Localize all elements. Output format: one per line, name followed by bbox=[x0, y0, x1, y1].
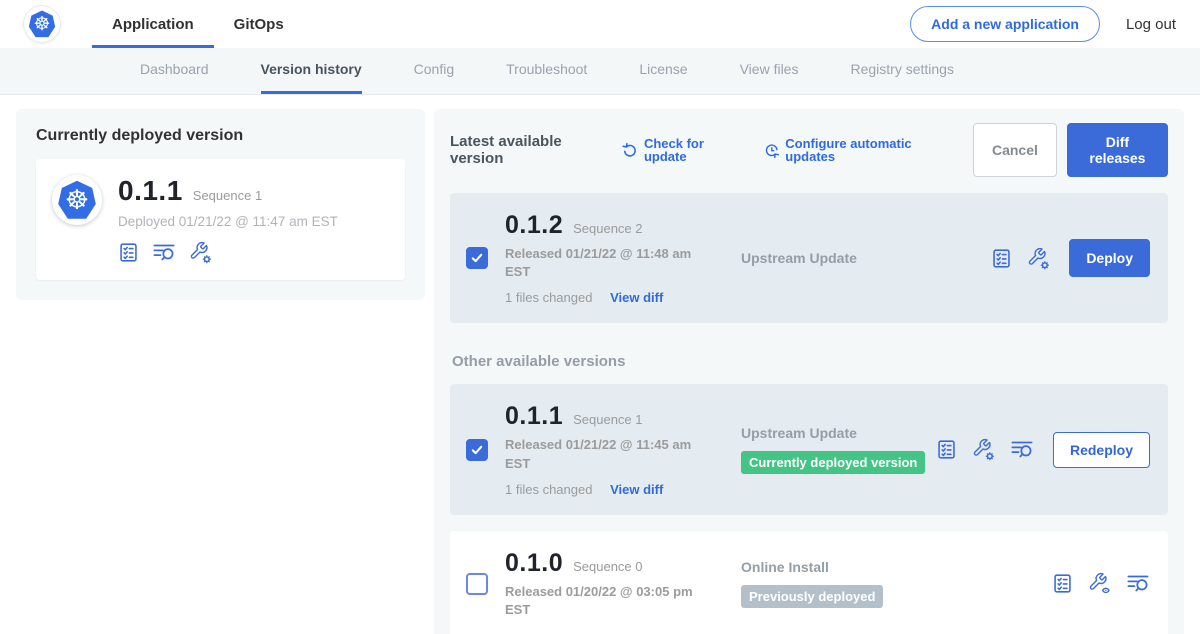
subnav-version-history[interactable]: Version history bbox=[261, 48, 362, 94]
version-row-0-1-1: 0.1.1 Sequence 1 Released 01/21/22 @ 11:… bbox=[450, 384, 1168, 514]
release-notes-icon[interactable] bbox=[118, 242, 139, 263]
redeploy-button[interactable]: Redeploy bbox=[1053, 432, 1150, 468]
released-timestamp: Released 01/21/22 @ 11:48 am EST bbox=[505, 245, 710, 281]
subnav-registry-settings[interactable]: Registry settings bbox=[850, 48, 953, 94]
subnav-config[interactable]: Config bbox=[414, 48, 454, 94]
tab-application[interactable]: Application bbox=[92, 0, 214, 48]
subnav-troubleshoot[interactable]: Troubleshoot bbox=[506, 48, 587, 94]
release-notes-icon[interactable] bbox=[991, 248, 1012, 269]
latest-version-header: Latest available version Check for updat… bbox=[450, 123, 1168, 177]
view-diff-link[interactable]: View diff bbox=[610, 290, 663, 305]
subnav-view-files[interactable]: View files bbox=[740, 48, 799, 94]
release-notes-icon[interactable] bbox=[936, 439, 957, 460]
app-sub-nav: Dashboard Version history Config Trouble… bbox=[0, 48, 1200, 95]
subnav-license[interactable]: License bbox=[639, 48, 687, 94]
app-logo: ☸ bbox=[24, 6, 60, 42]
deployed-card-title: Currently deployed version bbox=[36, 127, 405, 145]
version-number: 0.1.1 bbox=[505, 402, 563, 431]
deployed-version-number: 0.1.1 bbox=[118, 175, 183, 207]
deploy-button[interactable]: Deploy bbox=[1069, 239, 1150, 277]
deployed-version-card: ☸ 0.1.1 Sequence 1 Deployed 01/21/22 @ 1… bbox=[36, 159, 405, 280]
auto-update-icon bbox=[764, 142, 780, 159]
version-number: 0.1.2 bbox=[505, 211, 563, 240]
version-row-0-1-2: 0.1.2 Sequence 2 Released 01/21/22 @ 11:… bbox=[450, 193, 1168, 323]
previously-deployed-badge: Previously deployed bbox=[741, 585, 883, 608]
cancel-button[interactable]: Cancel bbox=[973, 123, 1057, 177]
kubernetes-icon: ☸ bbox=[28, 10, 56, 38]
checkmark-icon bbox=[470, 251, 484, 265]
preflight-checks-icon[interactable] bbox=[152, 242, 176, 263]
deployed-timestamp: Deployed 01/21/22 @ 11:47 am EST bbox=[118, 214, 338, 229]
version-history-panel: Latest available version Check for updat… bbox=[434, 109, 1184, 634]
app-logo: ☸ bbox=[52, 175, 102, 225]
subnav-dashboard[interactable]: Dashboard bbox=[140, 48, 209, 94]
currently-deployed-badge: Currently deployed version bbox=[741, 451, 925, 474]
files-changed-label: 1 files changed bbox=[505, 482, 592, 497]
version-checkbox[interactable] bbox=[466, 573, 488, 595]
released-timestamp: Released 01/21/22 @ 11:45 am EST bbox=[505, 436, 710, 472]
config-view-icon[interactable] bbox=[1088, 572, 1111, 595]
version-source-label: Online Install bbox=[741, 559, 1052, 575]
logout-button[interactable]: Log out bbox=[1126, 16, 1176, 33]
other-versions-title: Other available versions bbox=[452, 353, 1168, 370]
config-edit-icon[interactable] bbox=[189, 241, 212, 264]
kubernetes-icon: ☸ bbox=[57, 180, 97, 220]
released-timestamp: Released 01/20/22 @ 03:05 pm EST bbox=[505, 583, 710, 619]
checkmark-icon bbox=[470, 443, 484, 457]
check-for-update-link[interactable]: Check for update bbox=[622, 137, 741, 163]
main-content: Currently deployed version ☸ 0.1.1 Seque… bbox=[0, 95, 1200, 634]
view-diff-link[interactable]: View diff bbox=[610, 482, 663, 497]
version-row-0-1-0: 0.1.0 Sequence 0 Released 01/20/22 @ 03:… bbox=[450, 531, 1168, 634]
latest-version-title: Latest available version bbox=[450, 133, 606, 167]
diff-releases-button[interactable]: Diff releases bbox=[1067, 123, 1168, 177]
sequence-label: Sequence 1 bbox=[573, 412, 642, 427]
config-edit-icon[interactable] bbox=[972, 438, 995, 461]
release-notes-icon[interactable] bbox=[1052, 573, 1073, 594]
version-checkbox[interactable] bbox=[466, 439, 488, 461]
tab-gitops[interactable]: GitOps bbox=[214, 0, 304, 48]
preflight-checks-icon[interactable] bbox=[1010, 439, 1034, 460]
version-source-label: Upstream Update bbox=[741, 425, 936, 441]
config-edit-icon[interactable] bbox=[1027, 247, 1050, 270]
add-application-button[interactable]: Add a new application bbox=[910, 6, 1100, 42]
deployed-sequence-label: Sequence 1 bbox=[193, 188, 262, 203]
currently-deployed-card: Currently deployed version ☸ 0.1.1 Seque… bbox=[16, 109, 425, 300]
files-changed-label: 1 files changed bbox=[505, 290, 592, 305]
sequence-label: Sequence 2 bbox=[573, 221, 642, 236]
top-bar: ☸ Application GitOps Add a new applicati… bbox=[0, 0, 1200, 48]
version-checkbox[interactable] bbox=[466, 247, 488, 269]
configure-automatic-updates-link[interactable]: Configure automatic updates bbox=[764, 137, 951, 163]
version-source-label: Upstream Update bbox=[741, 250, 991, 266]
top-nav: Application GitOps bbox=[92, 0, 304, 48]
sequence-label: Sequence 0 bbox=[573, 559, 642, 574]
version-number: 0.1.0 bbox=[505, 549, 563, 578]
refresh-icon bbox=[622, 142, 638, 159]
preflight-checks-icon[interactable] bbox=[1126, 573, 1150, 594]
